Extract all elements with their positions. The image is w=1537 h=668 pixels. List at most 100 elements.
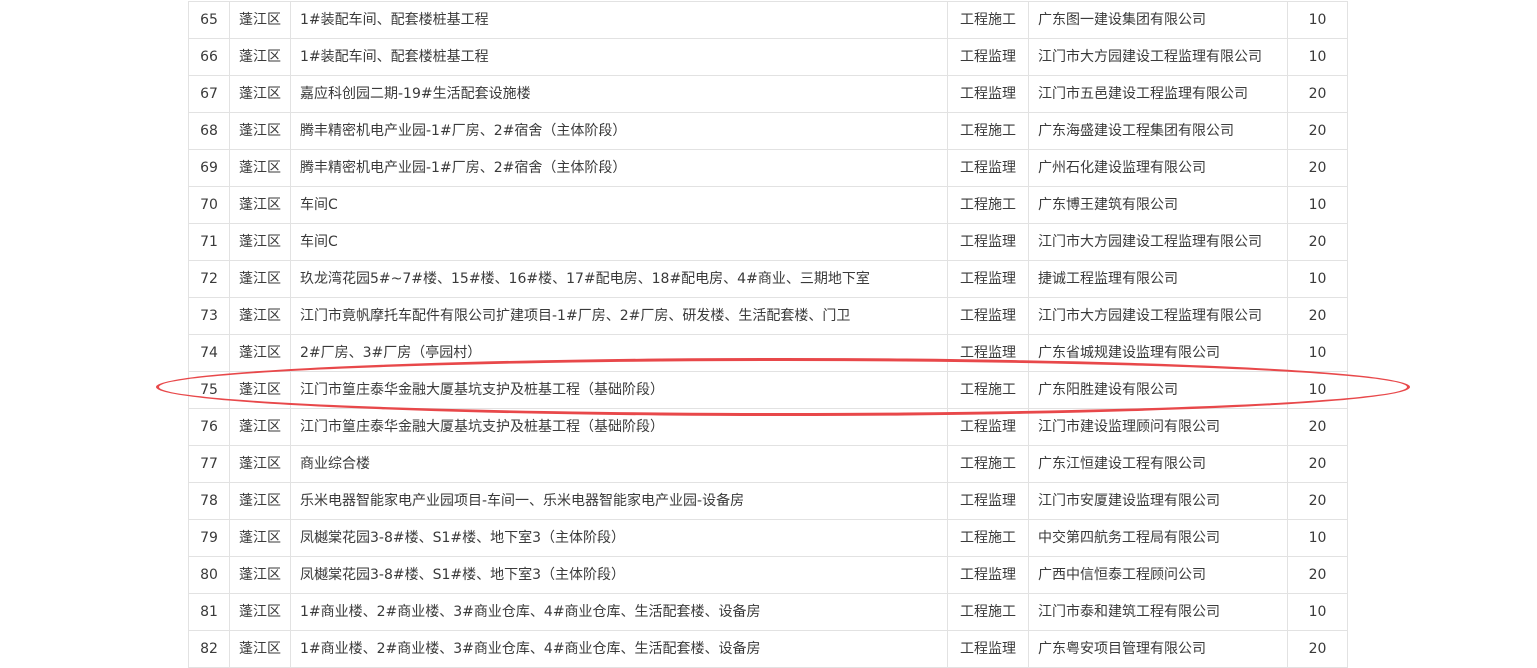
cell-score: 20	[1287, 297, 1348, 335]
cell-work-type: 工程监理	[947, 38, 1029, 76]
cell-index: 75	[188, 371, 230, 409]
cell-district: 蓬江区	[229, 149, 291, 187]
cell-score: 20	[1287, 408, 1348, 446]
cell-index: 65	[188, 1, 230, 39]
cell-company-name: 广东江恒建设工程有限公司	[1028, 445, 1288, 483]
table-row: 78 蓬江区 乐米电器智能家电产业园项目-车间一、乐米电器智能家电产业园-设备房 工程…	[188, 482, 1348, 520]
cell-work-type: 工程监理	[947, 75, 1029, 113]
cell-company-name: 江门市大方园建设工程监理有限公司	[1028, 38, 1288, 76]
cell-company-name: 广东海盛建设工程集团有限公司	[1028, 112, 1288, 150]
cell-company-name: 捷诚工程监理有限公司	[1028, 260, 1288, 298]
cell-company-name: 江门市泰和建筑工程有限公司	[1028, 593, 1288, 631]
cell-district: 蓬江区	[229, 223, 291, 261]
table-row: 76 蓬江区 江门市篁庄泰华金融大厦基坑支护及桩基工程（基础阶段） 工程监理 江门市建设…	[188, 408, 1348, 446]
cell-district: 蓬江区	[229, 445, 291, 483]
cell-district: 蓬江区	[229, 408, 291, 446]
cell-score: 20	[1287, 75, 1348, 113]
table-row: 67 蓬江区 嘉应科创园二期-19#生活配套设施楼 工程监理 江门市五邑建设工程监理有限…	[188, 75, 1348, 113]
cell-index: 81	[188, 593, 230, 631]
cell-district: 蓬江区	[229, 1, 291, 39]
cell-company-name: 江门市大方园建设工程监理有限公司	[1028, 223, 1288, 261]
cell-index: 66	[188, 38, 230, 76]
cell-work-type: 工程施工	[947, 445, 1029, 483]
cell-score: 10	[1287, 334, 1348, 372]
cell-project-name: 江门市篁庄泰华金融大厦基坑支护及桩基工程（基础阶段）	[290, 371, 948, 409]
cell-index: 79	[188, 519, 230, 557]
cell-project-name: 1#商业楼、2#商业楼、3#商业仓库、4#商业仓库、生活配套楼、设备房	[290, 593, 948, 631]
cell-work-type: 工程监理	[947, 149, 1029, 187]
cell-score: 20	[1287, 112, 1348, 150]
cell-score: 10	[1287, 1, 1348, 39]
cell-project-name: 1#装配车间、配套楼桩基工程	[290, 1, 948, 39]
cell-company-name: 江门市建设监理顾问有限公司	[1028, 408, 1288, 446]
cell-index: 78	[188, 482, 230, 520]
cell-index: 68	[188, 112, 230, 150]
cell-district: 蓬江区	[229, 186, 291, 224]
cell-work-type: 工程施工	[947, 186, 1029, 224]
cell-project-name: 江门市竟帆摩托车配件有限公司扩建项目-1#厂房、2#厂房、研发楼、生活配套楼、门…	[290, 297, 948, 335]
cell-work-type: 工程监理	[947, 260, 1029, 298]
table-row: 77 蓬江区 商业综合楼 工程施工 广东江恒建设工程有限公司 20	[188, 445, 1348, 483]
cell-district: 蓬江区	[229, 630, 291, 668]
cell-district: 蓬江区	[229, 593, 291, 631]
table-row: 75 蓬江区 江门市篁庄泰华金融大厦基坑支护及桩基工程（基础阶段） 工程施工 广东阳胜建…	[188, 371, 1348, 409]
cell-district: 蓬江区	[229, 519, 291, 557]
cell-district: 蓬江区	[229, 260, 291, 298]
cell-project-name: 腾丰精密机电产业园-1#厂房、2#宿舍（主体阶段）	[290, 112, 948, 150]
cell-work-type: 工程监理	[947, 223, 1029, 261]
cell-district: 蓬江区	[229, 556, 291, 594]
table-row: 82 蓬江区 1#商业楼、2#商业楼、3#商业仓库、4#商业仓库、生活配套楼、设备房…	[188, 630, 1348, 668]
cell-project-name: 车间C	[290, 223, 948, 261]
cell-index: 70	[188, 186, 230, 224]
table-row: 71 蓬江区 车间C 工程监理 江门市大方园建设工程监理有限公司 20	[188, 223, 1348, 261]
cell-company-name: 广东省城规建设监理有限公司	[1028, 334, 1288, 372]
cell-index: 77	[188, 445, 230, 483]
cell-project-name: 1#装配车间、配套楼桩基工程	[290, 38, 948, 76]
cell-project-name: 商业综合楼	[290, 445, 948, 483]
cell-company-name: 广东图一建设集团有限公司	[1028, 1, 1288, 39]
cell-score: 20	[1287, 445, 1348, 483]
results-table-container: 65 蓬江区 1#装配车间、配套楼桩基工程 工程施工 广东图一建设集团有限公司 10 66 蓬…	[188, 1, 1348, 668]
cell-index: 76	[188, 408, 230, 446]
table-row: 81 蓬江区 1#商业楼、2#商业楼、3#商业仓库、4#商业仓库、生活配套楼、设备房…	[188, 593, 1348, 631]
cell-index: 82	[188, 630, 230, 668]
cell-index: 73	[188, 297, 230, 335]
cell-index: 71	[188, 223, 230, 261]
cell-company-name: 江门市大方园建设工程监理有限公司	[1028, 297, 1288, 335]
cell-index: 67	[188, 75, 230, 113]
cell-score: 20	[1287, 482, 1348, 520]
cell-project-name: 腾丰精密机电产业园-1#厂房、2#宿舍（主体阶段）	[290, 149, 948, 187]
cell-index: 74	[188, 334, 230, 372]
cell-project-name: 江门市篁庄泰华金融大厦基坑支护及桩基工程（基础阶段）	[290, 408, 948, 446]
cell-work-type: 工程监理	[947, 556, 1029, 594]
results-table: 65 蓬江区 1#装配车间、配套楼桩基工程 工程施工 广东图一建设集团有限公司 10 66 蓬…	[188, 1, 1348, 668]
table-row: 74 蓬江区 2#厂房、3#厂房（亭园村） 工程监理 广东省城规建设监理有限公司 10	[188, 334, 1348, 372]
cell-company-name: 广东阳胜建设有限公司	[1028, 371, 1288, 409]
cell-work-type: 工程监理	[947, 482, 1029, 520]
cell-work-type: 工程施工	[947, 112, 1029, 150]
cell-district: 蓬江区	[229, 482, 291, 520]
cell-work-type: 工程施工	[947, 593, 1029, 631]
cell-district: 蓬江区	[229, 371, 291, 409]
cell-company-name: 广东粤安项目管理有限公司	[1028, 630, 1288, 668]
cell-project-name: 1#商业楼、2#商业楼、3#商业仓库、4#商业仓库、生活配套楼、设备房	[290, 630, 948, 668]
cell-district: 蓬江区	[229, 334, 291, 372]
cell-score: 20	[1287, 149, 1348, 187]
cell-score: 20	[1287, 556, 1348, 594]
cell-work-type: 工程施工	[947, 371, 1029, 409]
cell-score: 20	[1287, 630, 1348, 668]
table-row: 68 蓬江区 腾丰精密机电产业园-1#厂房、2#宿舍（主体阶段） 工程施工 广东海盛建设…	[188, 112, 1348, 150]
cell-project-name: 玖龙湾花园5#~7#楼、15#楼、16#楼、17#配电房、18#配电房、4#商业…	[290, 260, 948, 298]
cell-project-name: 乐米电器智能家电产业园项目-车间一、乐米电器智能家电产业园-设备房	[290, 482, 948, 520]
cell-work-type: 工程施工	[947, 1, 1029, 39]
cell-company-name: 江门市安厦建设监理有限公司	[1028, 482, 1288, 520]
results-table-body: 65 蓬江区 1#装配车间、配套楼桩基工程 工程施工 广东图一建设集团有限公司 10 66 蓬…	[188, 1, 1348, 668]
cell-score: 10	[1287, 593, 1348, 631]
cell-company-name: 中交第四航务工程局有限公司	[1028, 519, 1288, 557]
cell-district: 蓬江区	[229, 38, 291, 76]
table-row: 73 蓬江区 江门市竟帆摩托车配件有限公司扩建项目-1#厂房、2#厂房、研发楼、生活…	[188, 297, 1348, 335]
table-row: 70 蓬江区 车间C 工程施工 广东博王建筑有限公司 10	[188, 186, 1348, 224]
cell-company-name: 广西中信恒泰工程顾问公司	[1028, 556, 1288, 594]
table-row: 65 蓬江区 1#装配车间、配套楼桩基工程 工程施工 广东图一建设集团有限公司 10	[188, 1, 1348, 39]
cell-project-name: 2#厂房、3#厂房（亭园村）	[290, 334, 948, 372]
